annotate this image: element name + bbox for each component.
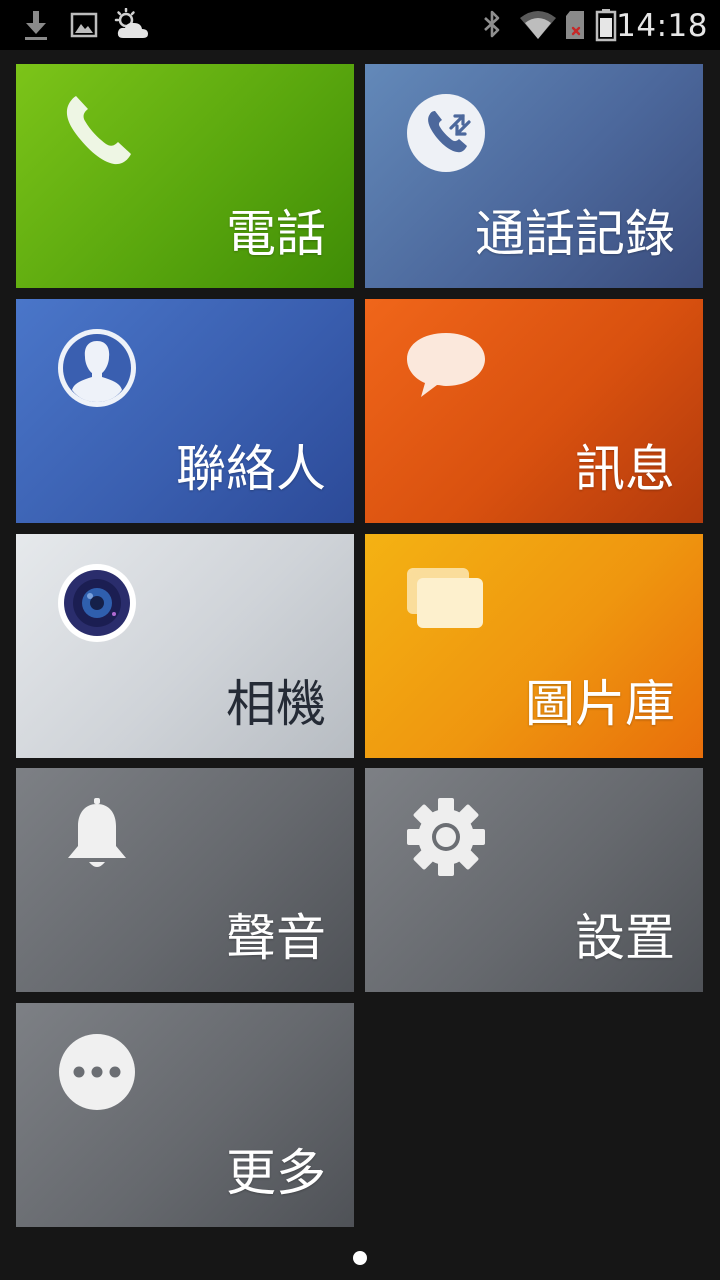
tile-gallery[interactable]: 圖片庫 — [365, 534, 703, 758]
sim-no-signal-icon — [566, 11, 584, 39]
tile-call-log[interactable]: 通話記錄 — [365, 64, 703, 288]
tile-settings[interactable]: 設置 — [365, 768, 703, 992]
tile-contacts-label: 聯絡人 — [176, 440, 326, 498]
phone-icon — [66, 96, 131, 165]
home-screen: 14:18 電話 通話記錄 聯絡人 訊息 相機 圖片庫 聲音 設置 更多 — [0, 0, 720, 1280]
tile-gallery-label: 圖片庫 — [525, 675, 675, 733]
message-bubble-icon — [407, 333, 485, 397]
gallery-icon — [407, 568, 483, 628]
tile-settings-label: 設置 — [575, 909, 675, 967]
tile-sound-label: 聲音 — [226, 909, 326, 967]
tile-sound[interactable]: 聲音 — [16, 768, 354, 992]
page-indicator-dot — [353, 1251, 367, 1265]
tile-camera-label: 相機 — [226, 675, 326, 733]
tile-messages-label: 訊息 — [575, 440, 675, 498]
call-log-icon — [407, 94, 485, 172]
tile-contacts[interactable]: 聯絡人 — [16, 299, 354, 523]
image-icon — [70, 12, 98, 38]
tile-call-log-label: 通話記錄 — [475, 205, 675, 263]
tile-phone[interactable]: 電話 — [16, 64, 354, 288]
download-icon — [25, 11, 47, 40]
status-time: 14:18 — [616, 8, 708, 44]
gear-icon — [407, 798, 485, 876]
weather-cloud-sun-icon — [114, 8, 148, 38]
bell-icon — [68, 798, 126, 867]
more-dots-icon — [59, 1034, 135, 1110]
tile-messages[interactable]: 訊息 — [365, 299, 703, 523]
tile-phone-label: 電話 — [226, 205, 326, 263]
tile-more[interactable]: 更多 — [16, 1003, 354, 1227]
tile-more-label: 更多 — [226, 1144, 326, 1202]
camera-lens-icon — [58, 564, 136, 642]
contact-person-icon — [58, 329, 136, 407]
bluetooth-icon — [484, 10, 500, 38]
wifi-icon — [520, 11, 556, 39]
battery-icon — [595, 9, 617, 42]
tile-camera[interactable]: 相機 — [16, 534, 354, 758]
status-bar: 14:18 — [0, 0, 720, 50]
